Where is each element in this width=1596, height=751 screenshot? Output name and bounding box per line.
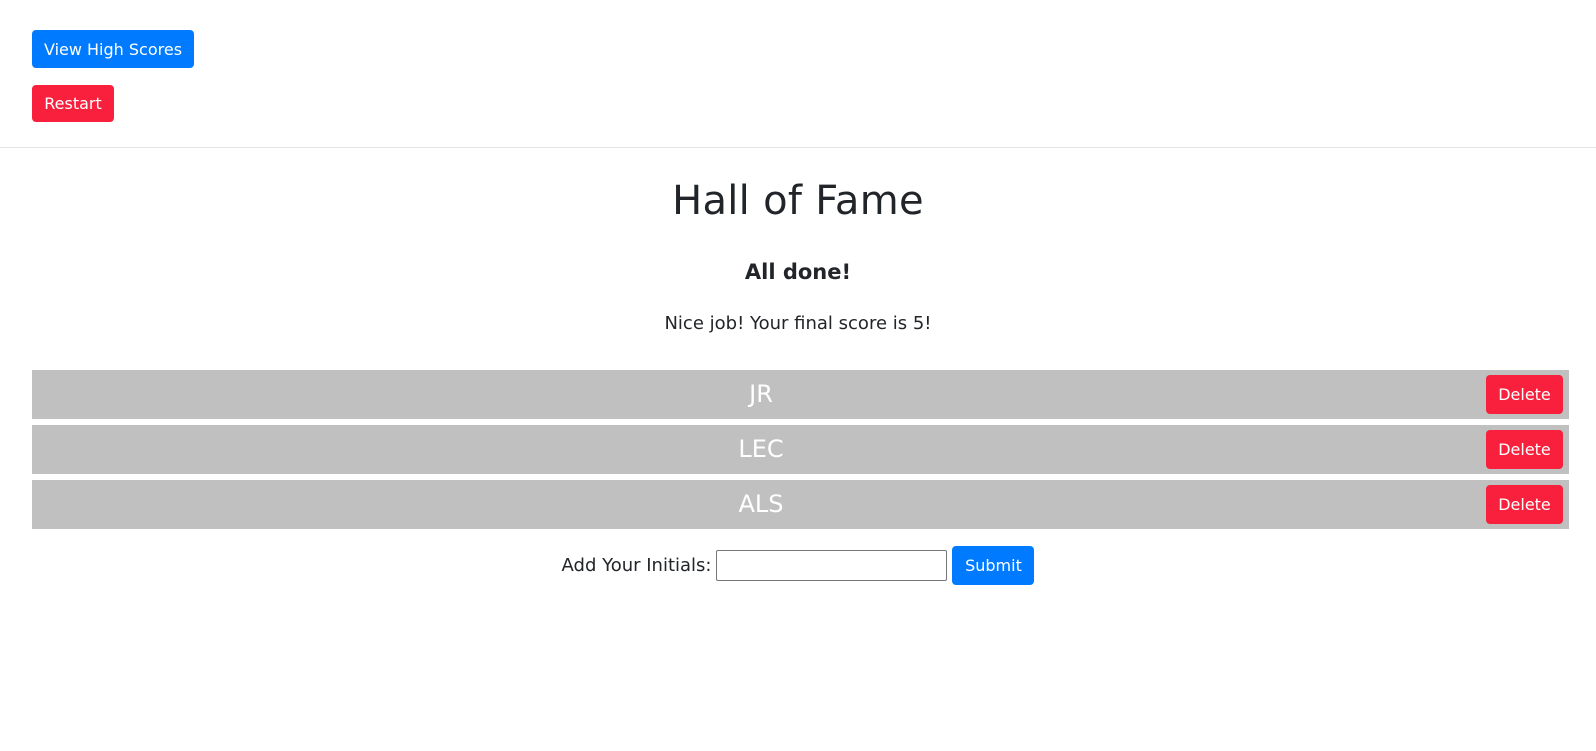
delete-score-button[interactable]: Delete [1486,430,1563,469]
restart-button[interactable]: Restart [32,85,114,122]
score-row: LEC Delete [32,425,1569,474]
delete-score-button[interactable]: Delete [1486,485,1563,524]
final-score-message: Nice job! Your final score is 5! [664,313,932,334]
top-bar: View High Scores Restart [0,0,1596,148]
score-initials: ALS [738,490,784,518]
view-high-scores-button[interactable]: View High Scores [32,30,194,68]
high-score-list: JR Delete LEC Delete ALS Delete [32,370,1569,535]
score-row: ALS Delete [32,480,1569,529]
score-initials: LEC [738,435,784,463]
completion-heading: All done! [744,260,852,284]
score-initials: JR [749,380,773,408]
delete-score-button[interactable]: Delete [1486,375,1563,414]
submit-button[interactable]: Submit [952,546,1035,585]
score-row: JR Delete [32,370,1569,419]
page-title: Hall of Fame [672,178,924,224]
initials-form: Add Your Initials: Submit [0,546,1596,585]
initials-label: Add Your Initials: [561,555,712,576]
initials-input[interactable] [716,550,948,581]
